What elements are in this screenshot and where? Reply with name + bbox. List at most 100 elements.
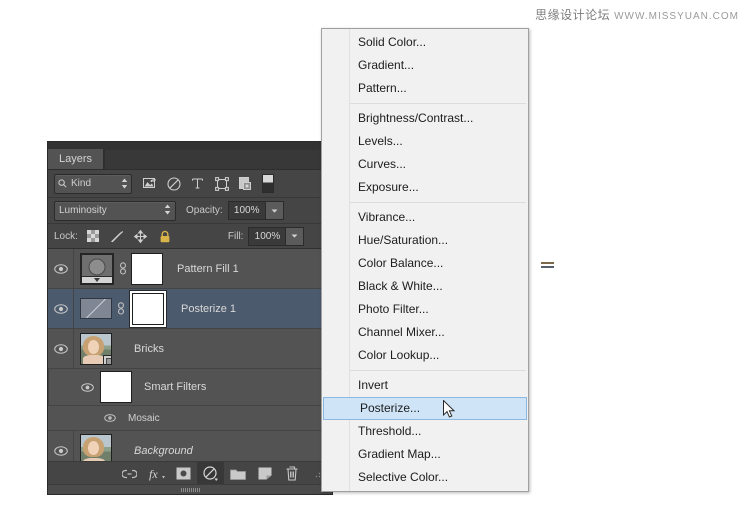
lock-position-icon[interactable]: [134, 229, 148, 243]
eye-icon: [54, 304, 68, 314]
eye-icon: [54, 344, 68, 354]
layer-mask-thumbnail[interactable]: [132, 293, 164, 325]
lock-all-icon[interactable]: [158, 229, 172, 243]
fill-dropdown-button[interactable]: [286, 227, 304, 246]
filter-type-icon[interactable]: [190, 176, 205, 191]
screenshot-root: 思缘设计论坛 WWW.MISSYUAN.COM Layers Kind: [0, 0, 747, 520]
layer-visibility-toggle[interactable]: [48, 289, 74, 328]
menu-item[interactable]: Hue/Saturation...: [322, 229, 528, 252]
menu-item[interactable]: Exposure...: [322, 176, 528, 199]
resize-grip-icon: [181, 488, 200, 492]
magnifier-icon: [58, 179, 67, 188]
menu-item[interactable]: Channel Mixer...: [322, 321, 528, 344]
layer-filter-bar: Kind: [48, 170, 332, 198]
menu-item[interactable]: Pattern...: [322, 77, 528, 100]
filter-adjustment-icon[interactable]: [166, 176, 181, 191]
watermark-cn: 思缘设计论坛: [535, 8, 610, 22]
pattern-fill-thumbnail[interactable]: [80, 253, 114, 285]
new-group-button[interactable]: [224, 462, 251, 485]
lock-image-pixels-icon[interactable]: [110, 229, 124, 243]
smart-filters-row[interactable]: Smart Filters: [48, 369, 332, 406]
menu-item[interactable]: Selective Color...: [322, 466, 528, 489]
layer-list: Pattern Fill 1 Posterize 1: [48, 249, 332, 472]
menu-separator: [350, 103, 526, 104]
menu-item[interactable]: Gradient Map...: [322, 443, 528, 466]
chevron-updown-icon: [164, 204, 171, 218]
menu-item[interactable]: Vibrance...: [322, 206, 528, 229]
menu-item[interactable]: Photo Filter...: [322, 298, 528, 321]
layer-style-fx-button[interactable]: fx: [143, 462, 170, 485]
layer-name: Pattern Fill 1: [177, 263, 239, 275]
smart-filters-visibility-toggle[interactable]: [74, 383, 100, 392]
layers-panel-toolbar: fx: [48, 461, 332, 485]
delete-layer-button[interactable]: [278, 462, 305, 485]
menu-item[interactable]: Color Lookup...: [322, 344, 528, 367]
watermark-url: WWW.MISSYUAN.COM: [614, 11, 739, 22]
eye-icon: [54, 264, 68, 274]
link-layers-button[interactable]: [116, 462, 143, 485]
lock-transparent-pixels-icon[interactable]: [86, 229, 100, 243]
smart-object-photo-thumbnail[interactable]: [80, 333, 112, 365]
updown-arrows-icon: [121, 178, 128, 189]
watermark: 思缘设计论坛 WWW.MISSYUAN.COM: [535, 6, 739, 23]
fill-input[interactable]: 100%: [248, 227, 286, 246]
fill-label: Fill:: [228, 231, 244, 242]
scrollbar-fragment: [541, 262, 554, 270]
lock-row: Lock: Fill: 100%: [48, 224, 332, 249]
smart-filter-name: Mosaic: [128, 413, 160, 424]
menu-item[interactable]: Threshold...: [322, 420, 528, 443]
menu-item[interactable]: Brightness/Contrast...: [322, 107, 528, 130]
menu-item[interactable]: Solid Color...: [322, 31, 528, 54]
filter-smart-object-icon[interactable]: [238, 176, 253, 191]
filter-type-icons: [142, 176, 253, 191]
filter-kind-dropdown[interactable]: Kind: [54, 174, 132, 194]
smart-filters-label: Smart Filters: [144, 381, 206, 393]
menu-item[interactable]: Gradient...: [322, 54, 528, 77]
link-mask-icon[interactable]: [116, 262, 129, 275]
posterize-adjustment-thumbnail[interactable]: [80, 298, 112, 319]
svg-text:fx: fx: [149, 467, 158, 481]
tab-strip-filler: [104, 150, 332, 169]
link-mask-icon[interactable]: [114, 302, 127, 315]
list-item[interactable]: Mosaic: [48, 406, 332, 431]
eye-icon: [104, 414, 116, 422]
smart-object-badge-icon: [103, 355, 112, 365]
menu-item[interactable]: Black & White...: [322, 275, 528, 298]
filter-shape-icon[interactable]: [214, 176, 229, 191]
layer-name: Bricks: [134, 343, 164, 355]
filter-pixel-icon[interactable]: [142, 176, 157, 191]
add-layer-mask-button[interactable]: [170, 462, 197, 485]
lock-icons: [86, 229, 172, 243]
eye-icon: [81, 383, 94, 392]
new-adjustment-layer-button[interactable]: [197, 462, 224, 485]
panel-resize-handle[interactable]: [48, 484, 332, 494]
layers-panel: Layers Kind: [48, 142, 332, 494]
panel-tab-strip: Layers: [48, 150, 332, 170]
eye-icon: [54, 446, 68, 456]
menu-item[interactable]: Levels...: [322, 130, 528, 153]
menu-separator: [350, 370, 526, 371]
menu-separator: [350, 202, 526, 203]
lock-label: Lock:: [54, 231, 78, 242]
layer-visibility-toggle[interactable]: [48, 329, 74, 368]
filter-enable-toggle[interactable]: [262, 174, 274, 193]
menu-item[interactable]: Posterize...: [323, 397, 527, 420]
opacity-input[interactable]: 100%: [228, 201, 266, 220]
blend-mode-value: Luminosity: [59, 205, 164, 216]
table-row[interactable]: Posterize 1: [48, 289, 332, 329]
table-row[interactable]: Pattern Fill 1: [48, 249, 332, 289]
filter-kind-label: Kind: [71, 178, 119, 189]
layer-visibility-toggle[interactable]: [48, 249, 74, 288]
smart-filters-mask-thumbnail[interactable]: [100, 371, 132, 403]
blend-mode-row: Luminosity Opacity: 100%: [48, 198, 332, 224]
menu-item[interactable]: Color Balance...: [322, 252, 528, 275]
menu-item[interactable]: Invert: [322, 374, 528, 397]
new-layer-button[interactable]: [251, 462, 278, 485]
layer-mask-thumbnail[interactable]: [131, 253, 163, 285]
mosaic-visibility-toggle[interactable]: [99, 414, 121, 422]
table-row[interactable]: Bricks: [48, 329, 332, 369]
blend-mode-dropdown[interactable]: Luminosity: [54, 201, 176, 221]
opacity-dropdown-button[interactable]: [266, 201, 284, 220]
menu-item[interactable]: Curves...: [322, 153, 528, 176]
tab-layers[interactable]: Layers: [48, 149, 104, 169]
